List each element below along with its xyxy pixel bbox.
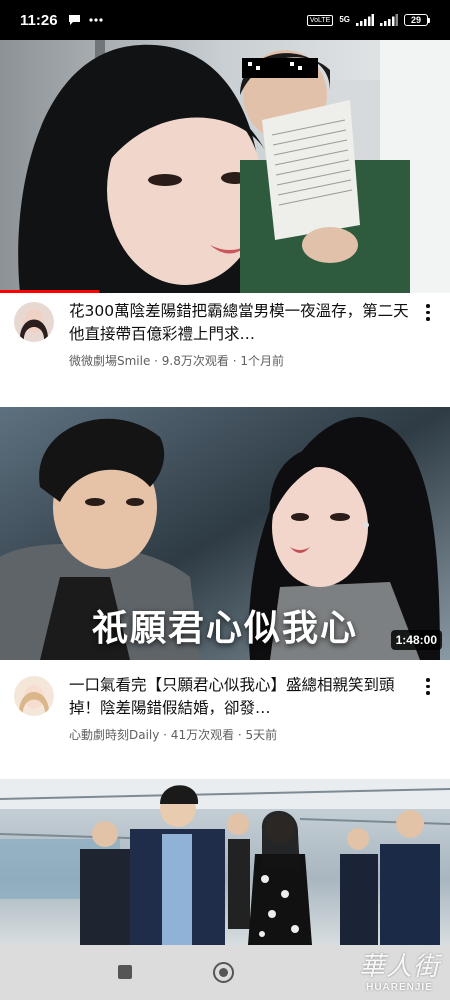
more-options-button-2[interactable] (418, 674, 438, 743)
home-icon (219, 968, 228, 977)
watermark-logo: 華人街 HUARENJIE (359, 945, 440, 1000)
battery-icon: 29 (404, 14, 430, 26)
signal-icon-2 (380, 14, 398, 26)
watermark-en: HUARENJIE (366, 982, 433, 993)
chat-bubble-icon (68, 15, 80, 25)
video-subtitle-2: 心動劇時刻Daily · 41万次观看 · 5天前 (69, 728, 278, 742)
video-thumbnail-1[interactable] (0, 40, 450, 293)
watermark-cn: 華人街 (358, 952, 440, 982)
video-meta-2: 一口氣看完【只願君心似我心】盛總相親笑到頭掉！陰差陽錯假結婚，卻發… 心動劇時刻… (0, 674, 450, 743)
home-button[interactable] (213, 962, 234, 983)
video-thumbnail-2[interactable]: 祇願君心似我心 1:48:00 (0, 407, 450, 660)
more-vert-icon (426, 304, 430, 308)
thumbnail-image-1 (0, 40, 450, 293)
thumbnail-image-3 (0, 779, 450, 945)
network-type: 5G (339, 15, 350, 24)
video-duration-2: 1:48:00 (390, 630, 442, 650)
video-title-1[interactable]: 花300萬陰差陽錯把霸總當男模一夜溫存，第二天他直接帶百億彩禮上門求… (69, 300, 412, 346)
channel-avatar-1[interactable] (14, 302, 54, 342)
more-notifications-icon (88, 18, 103, 22)
video-subtitle-1: 微微劇場Smile · 9.8万次观看 · 1个月前 (69, 354, 284, 368)
video-title-2[interactable]: 一口氣看完【只願君心似我心】盛總相親笑到頭掉！陰差陽錯假結婚，卻發… (69, 674, 412, 720)
status-time: 11:26 (20, 11, 58, 29)
watch-progress-bar (0, 290, 99, 293)
thumbnail-overlay-title: 祇願君心似我心 (91, 607, 358, 649)
more-options-button-1[interactable] (418, 300, 438, 369)
signal-icon (356, 14, 374, 26)
status-bar: 11:26 VoLTE 5G 29 (0, 0, 450, 40)
video-thumbnail-3[interactable] (0, 779, 450, 945)
recents-button[interactable] (118, 965, 132, 979)
video-meta-1: 花300萬陰差陽錯把霸總當男模一夜溫存，第二天他直接帶百億彩禮上門求… 微微劇場… (0, 300, 450, 369)
channel-avatar-2[interactable] (14, 676, 54, 716)
more-vert-icon (426, 678, 430, 682)
battery-level: 29 (404, 14, 428, 26)
volte-badge: VoLTE (306, 14, 334, 26)
